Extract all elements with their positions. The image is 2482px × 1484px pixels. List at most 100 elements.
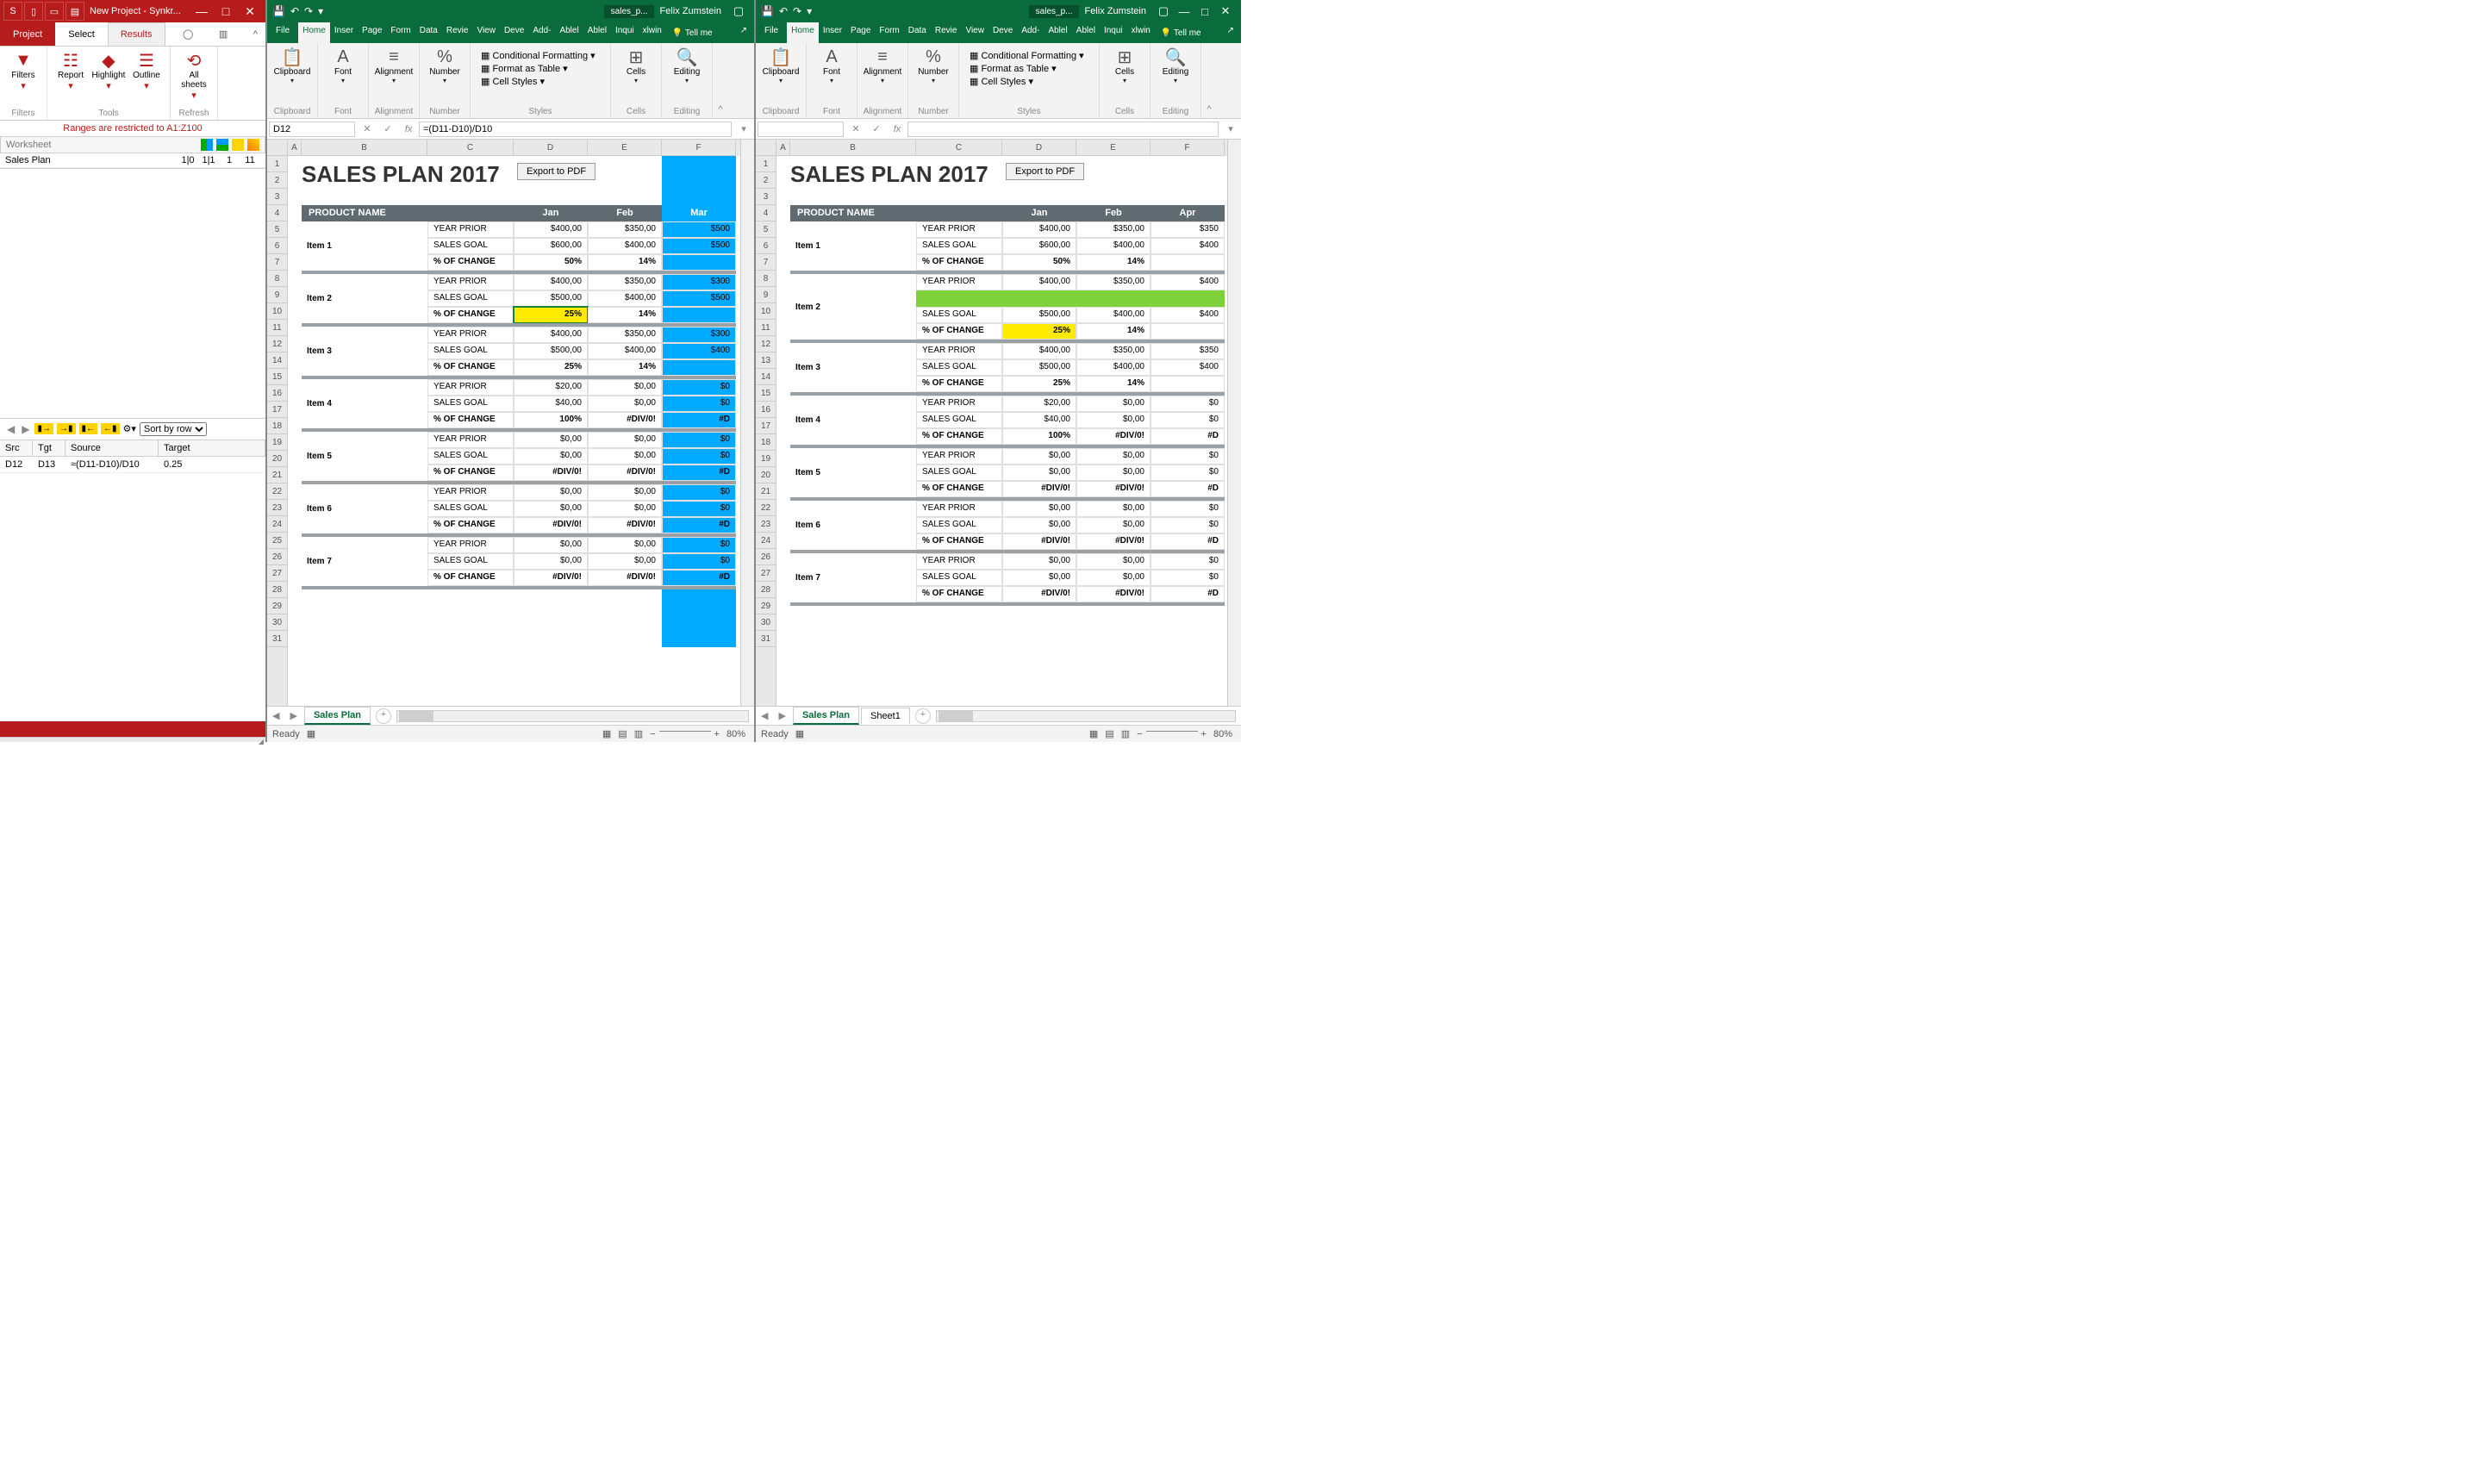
data-cell[interactable]: $0,00: [588, 484, 662, 501]
col-header[interactable]: F: [662, 140, 736, 156]
data-cell[interactable]: $0,00: [1076, 448, 1151, 465]
data-cell[interactable]: $0: [1151, 553, 1225, 570]
row-header[interactable]: 24: [267, 516, 287, 533]
col-header[interactable]: A: [776, 140, 790, 156]
data-cell[interactable]: [1151, 254, 1225, 271]
user-name[interactable]: Felix Zumstein: [1084, 6, 1146, 16]
grid[interactable]: ABCDEFSALES PLAN 2017Export to PDFPRODUC…: [776, 140, 1227, 706]
outline-button[interactable]: ☰Outline▾: [128, 50, 165, 91]
horizontal-scrollbar[interactable]: [396, 710, 749, 722]
row-header[interactable]: 20: [756, 467, 776, 483]
row-header[interactable]: 8: [756, 271, 776, 287]
tab-home[interactable]: Home: [298, 22, 330, 43]
data-cell[interactable]: #D: [1151, 533, 1225, 550]
data-cell[interactable]: 50%: [1002, 254, 1076, 271]
row-header[interactable]: 28: [267, 582, 287, 598]
sheet-tab[interactable]: Sales Plan: [304, 707, 371, 725]
data-cell[interactable]: $0,00: [588, 379, 662, 396]
data-cell[interactable]: $400: [1151, 359, 1225, 376]
data-cell[interactable]: $400: [662, 343, 736, 359]
data-cell[interactable]: [662, 307, 736, 323]
tab-ablel[interactable]: Ablel: [1044, 22, 1071, 43]
data-cell[interactable]: $400: [1151, 307, 1225, 323]
collapse-ribbon-icon[interactable]: ^: [1201, 43, 1217, 118]
row-header[interactable]: 6: [756, 238, 776, 254]
row-header[interactable]: 1: [267, 156, 287, 172]
row-header[interactable]: 20: [267, 451, 287, 467]
tab-deve[interactable]: Deve: [988, 22, 1017, 43]
row-header[interactable]: 23: [756, 516, 776, 533]
sheet-nav-next[interactable]: ▶: [773, 710, 790, 721]
data-cell[interactable]: 14%: [1076, 323, 1151, 340]
nav-btn-1[interactable]: ▮→: [34, 423, 53, 434]
help-icon[interactable]: ◯: [175, 22, 201, 46]
row-header[interactable]: 30: [267, 614, 287, 631]
row-header[interactable]: 23: [267, 500, 287, 516]
expand-fx-icon[interactable]: ▾: [1220, 123, 1241, 134]
filters-button[interactable]: ▼Filters▾: [5, 50, 41, 91]
col-header[interactable]: E: [588, 140, 662, 156]
tab-view[interactable]: View: [961, 22, 988, 43]
data-cell[interactable]: $600,00: [1002, 238, 1076, 254]
data-cell[interactable]: #DIV/0!: [1002, 586, 1076, 602]
data-cell[interactable]: $0,00: [1002, 570, 1076, 586]
tab-data[interactable]: Data: [415, 22, 442, 43]
row-header[interactable]: 29: [267, 598, 287, 614]
data-cell[interactable]: $0: [662, 537, 736, 553]
export-pdf-button[interactable]: Export to PDF: [1006, 163, 1084, 180]
data-cell[interactable]: $350,00: [1076, 343, 1151, 359]
data-cell[interactable]: #DIV/0!: [588, 570, 662, 586]
zoom-slider[interactable]: [1146, 731, 1198, 732]
data-cell[interactable]: $400: [1151, 238, 1225, 254]
row-header[interactable]: 26: [756, 549, 776, 565]
collapse-ribbon-icon[interactable]: ^: [713, 43, 728, 118]
font-btn[interactable]: AFont▾: [812, 47, 851, 84]
col-header[interactable]: E: [1076, 140, 1151, 156]
row-header[interactable]: 14: [267, 352, 287, 369]
col-header[interactable]: B: [790, 140, 916, 156]
editing-btn[interactable]: 🔍Editing▾: [1156, 47, 1195, 84]
data-cell[interactable]: $400,00: [1002, 274, 1076, 290]
data-cell[interactable]: $0,00: [1002, 501, 1076, 517]
tell-me[interactable]: 💡 Tell me: [668, 22, 717, 43]
row-header[interactable]: 18: [756, 434, 776, 451]
data-cell[interactable]: $40,00: [514, 396, 588, 412]
data-cell[interactable]: $0,00: [588, 537, 662, 553]
row-header[interactable]: 28: [756, 582, 776, 598]
fx-icon[interactable]: fx: [398, 124, 419, 134]
row-header[interactable]: 14: [756, 369, 776, 385]
sheet-nav-next[interactable]: ▶: [284, 710, 302, 721]
row-header[interactable]: 5: [267, 221, 287, 238]
data-cell[interactable]: #D: [1151, 586, 1225, 602]
data-cell[interactable]: $20,00: [514, 379, 588, 396]
row-header[interactable]: 11: [267, 320, 287, 336]
data-cell[interactable]: $400,00: [1076, 307, 1151, 323]
add-sheet-button[interactable]: +: [915, 708, 931, 724]
data-cell[interactable]: 50%: [514, 254, 588, 271]
vertical-scrollbar[interactable]: [740, 140, 754, 706]
min-btn[interactable]: —: [1174, 5, 1194, 18]
maximize-button[interactable]: □: [214, 4, 238, 18]
row-header[interactable]: 17: [756, 418, 776, 434]
view-break-icon[interactable]: ▥: [1118, 728, 1133, 739]
data-cell[interactable]: $0,00: [588, 501, 662, 517]
data-cell[interactable]: $350,00: [588, 327, 662, 343]
fx-icon[interactable]: fx: [887, 124, 907, 134]
row-header[interactable]: 3: [756, 189, 776, 205]
view-normal-icon[interactable]: ▦: [599, 728, 614, 739]
share-icon[interactable]: ↗: [733, 22, 754, 43]
number-btn[interactable]: %Number▾: [425, 47, 465, 84]
data-cell[interactable]: 25%: [1002, 323, 1076, 340]
row-header[interactable]: 11: [756, 320, 776, 336]
data-cell[interactable]: $0,00: [1002, 465, 1076, 481]
data-cell[interactable]: $0,00: [514, 448, 588, 465]
data-cell[interactable]: $500: [662, 238, 736, 254]
row-header[interactable]: 18: [267, 418, 287, 434]
horizontal-scrollbar[interactable]: [936, 710, 1236, 722]
data-cell[interactable]: #D: [662, 517, 736, 533]
enter-fx-icon[interactable]: ✓: [377, 123, 398, 134]
tab-page[interactable]: Page: [358, 22, 386, 43]
data-cell[interactable]: $350: [1151, 221, 1225, 238]
tab-form[interactable]: Form: [386, 22, 415, 43]
row-header[interactable]: 2: [756, 172, 776, 189]
